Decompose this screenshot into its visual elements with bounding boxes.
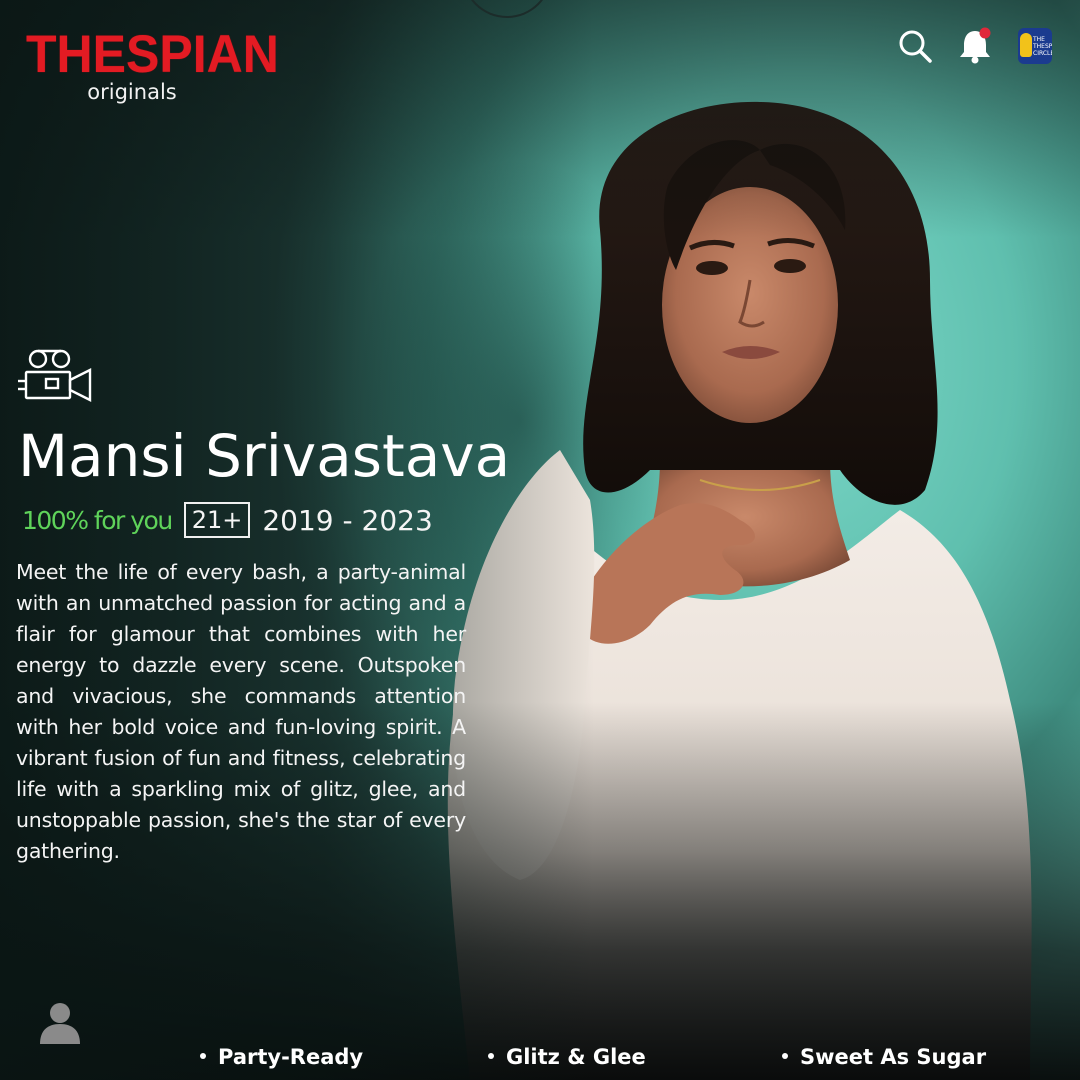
year-range: 2019 - 2023 [262, 503, 433, 537]
search-button[interactable] [896, 27, 934, 65]
brand-logo[interactable]: THESPIAN originals [26, 24, 279, 104]
tag-label: Party-Ready [218, 1045, 364, 1069]
gradient-overlay [0, 0, 1080, 1080]
actor-name: Mansi Srivastava [18, 422, 511, 490]
tag-list: Party-Ready Glitz & Glee Sweet As Sugar [0, 1040, 1080, 1074]
brand-subtitle: originals [87, 80, 177, 104]
badge-text: THE THESPIAN CIRCLE [1033, 36, 1052, 57]
meta-row: 100% for you 21+ 2019 - 2023 [22, 502, 433, 538]
account-button[interactable]: THE THESPIAN CIRCLE [1016, 27, 1054, 65]
description: Meet the life of every bash, a party-ani… [16, 560, 466, 863]
bell-icon [960, 27, 991, 64]
match-score: 100% for you [22, 505, 173, 535]
notification-dot [979, 27, 991, 39]
tag-item[interactable]: Sweet As Sugar [782, 1040, 986, 1074]
hero-background [0, 0, 1080, 1080]
profile-badge-icon: THE THESPIAN CIRCLE [1018, 28, 1052, 64]
brand-wordmark: THESPIAN [26, 24, 279, 84]
movie-camera-icon [18, 349, 92, 402]
header-actions: THE THESPIAN CIRCLE [896, 26, 1054, 66]
tag-label: Sweet As Sugar [800, 1045, 987, 1069]
user-icon[interactable] [38, 1000, 82, 1044]
tag-item[interactable]: Party-Ready [200, 1040, 363, 1074]
tag-item[interactable]: Glitz & Glee [488, 1040, 646, 1074]
age-rating-badge: 21+ [183, 502, 251, 538]
tag-label: Glitz & Glee [506, 1045, 646, 1069]
notifications-button[interactable] [956, 27, 994, 65]
search-icon [899, 30, 932, 63]
